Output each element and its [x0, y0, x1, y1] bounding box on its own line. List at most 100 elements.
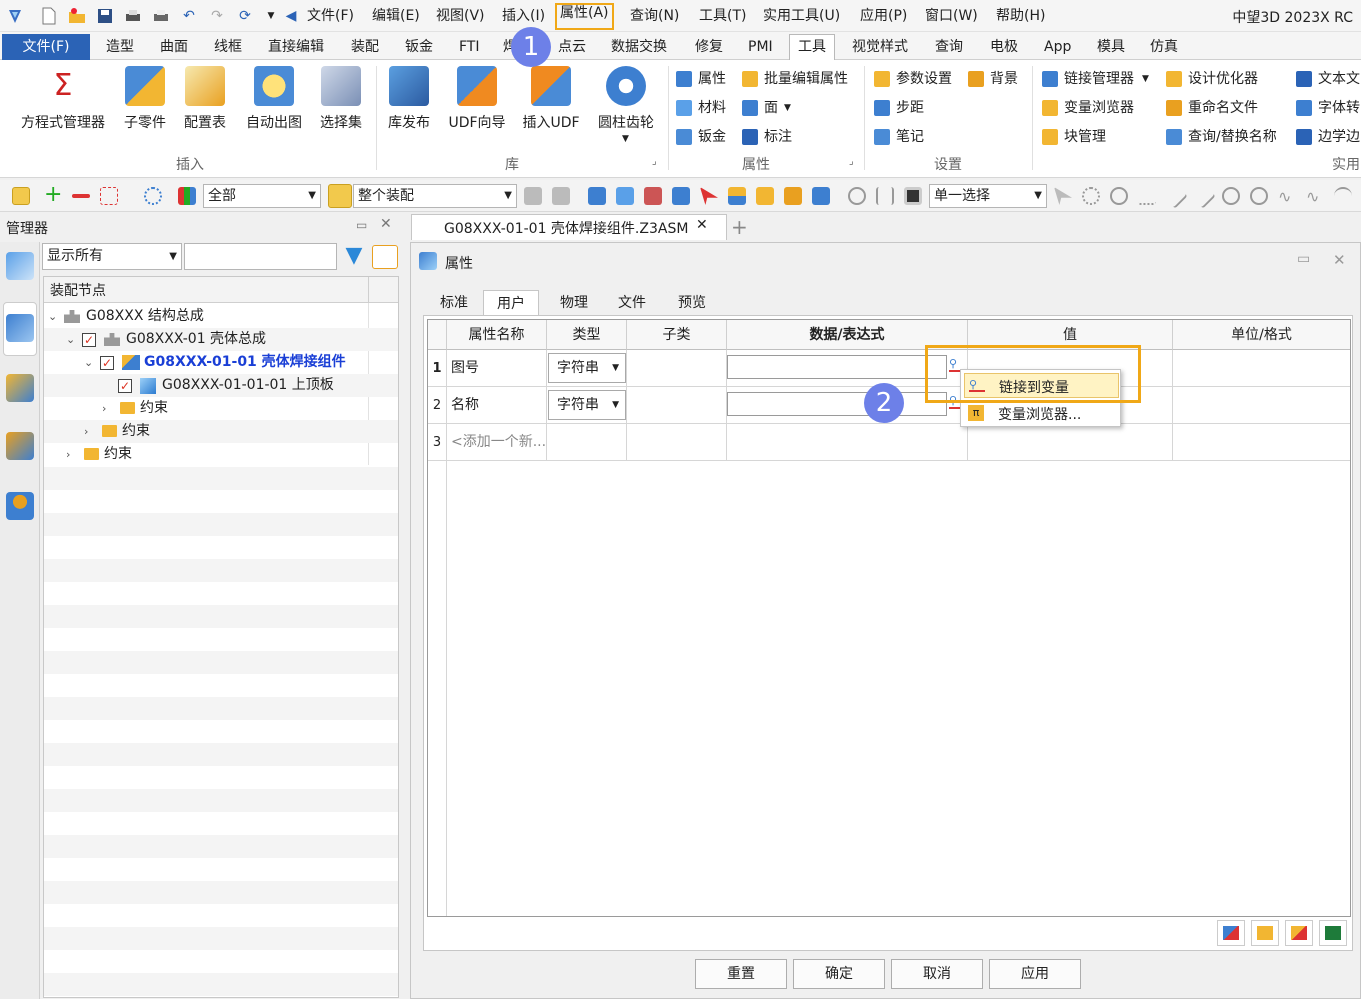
- pick-filter-icon[interactable]: [12, 187, 30, 205]
- expression-cell[interactable]: [727, 424, 968, 461]
- table-icon[interactable]: [728, 187, 746, 205]
- unit-cell[interactable]: [1173, 424, 1350, 461]
- cancel-button[interactable]: 取消: [891, 959, 983, 989]
- circle-icon[interactable]: [1250, 187, 1268, 205]
- expression-input[interactable]: [727, 392, 947, 416]
- select-mode-combo[interactable]: 单一选择 ▼: [929, 184, 1047, 208]
- wave-icon[interactable]: ∿: [1278, 187, 1296, 206]
- find-replace-name-button[interactable]: 查询/替换名称: [1166, 126, 1277, 148]
- points-icon[interactable]: [1138, 187, 1156, 205]
- align-icon-c[interactable]: [644, 187, 662, 205]
- pin-icon[interactable]: ▭: [356, 218, 367, 232]
- property-name-cell[interactable]: 名称: [447, 387, 547, 424]
- face-button[interactable]: 面 ▼: [742, 97, 791, 119]
- view-manager-icon[interactable]: [6, 374, 34, 402]
- collapse-arrow-icon[interactable]: ◀: [282, 7, 300, 25]
- close-icon[interactable]: ✕: [696, 217, 708, 233]
- batch-edit-property-button[interactable]: 批量编辑属性: [742, 68, 848, 90]
- gear-dropdown-icon[interactable]: ▼: [622, 134, 629, 144]
- play-icon[interactable]: [1110, 187, 1128, 205]
- library-publish-button[interactable]: 库发布: [386, 66, 432, 132]
- menu-tools[interactable]: 工具(T): [696, 6, 749, 28]
- tab-file[interactable]: 文件: [607, 290, 657, 316]
- pointer-icon[interactable]: [1054, 187, 1072, 205]
- tab-repair[interactable]: 修复: [695, 36, 723, 58]
- refresh-icon[interactable]: ⟳: [236, 7, 254, 25]
- chevron-right-icon[interactable]: ›: [84, 420, 88, 443]
- rotate-icon[interactable]: [848, 187, 866, 205]
- close-icon[interactable]: ✕: [1333, 251, 1346, 269]
- step-button[interactable]: 步距: [874, 97, 924, 119]
- type-cell[interactable]: [547, 424, 627, 461]
- lasso-select-icon[interactable]: [144, 187, 162, 205]
- chevron-right-icon[interactable]: ›: [66, 443, 70, 466]
- circle-center-icon[interactable]: [1222, 187, 1240, 205]
- tree-node-constraint[interactable]: › 约束: [44, 420, 398, 443]
- ok-button[interactable]: 确定: [793, 959, 885, 989]
- history-manager-icon[interactable]: [6, 252, 34, 280]
- learn-button[interactable]: 边学边: [1296, 126, 1360, 148]
- align-icon-a[interactable]: [588, 187, 606, 205]
- tab-file[interactable]: 文件(F): [2, 34, 90, 60]
- menu-window[interactable]: 窗口(W): [922, 6, 981, 28]
- new-tab-icon[interactable]: +: [731, 215, 748, 239]
- link-manager-button[interactable]: 链接管理器 ▼: [1042, 68, 1149, 90]
- display-filter-combo[interactable]: 显示所有 ▼: [42, 243, 182, 270]
- menu-item-variable-browser[interactable]: π 变量浏览器...: [964, 401, 1119, 426]
- apply-button[interactable]: 应用: [989, 959, 1081, 989]
- tool-icon-a[interactable]: [524, 187, 542, 205]
- selection-set-button[interactable]: 选择集: [316, 66, 366, 132]
- config-table-button[interactable]: 配置表: [180, 66, 230, 132]
- scope-combo[interactable]: 整个装配 ▼: [353, 184, 517, 208]
- text-button[interactable]: 文本文: [1296, 68, 1360, 90]
- add-property-cell[interactable]: <添加一个新...: [447, 424, 547, 461]
- tab-physical[interactable]: 物理: [549, 290, 599, 316]
- tool-icon-b[interactable]: [552, 187, 570, 205]
- rename-file-button[interactable]: 重命名文件: [1166, 97, 1258, 119]
- tab-standard[interactable]: 标准: [429, 290, 479, 316]
- tree-node-constraint[interactable]: › 约束: [44, 443, 398, 466]
- design-optimizer-button[interactable]: 设计优化器: [1166, 68, 1258, 90]
- add-icon[interactable]: +: [44, 184, 62, 206]
- property-name-cell[interactable]: 图号: [447, 350, 547, 387]
- notes-button[interactable]: 笔记: [874, 126, 924, 148]
- menu-utilities[interactable]: 实用工具(U): [760, 6, 843, 28]
- background-button[interactable]: 背景: [968, 68, 1018, 90]
- chevron-down-icon[interactable]: ⌄: [48, 305, 57, 328]
- open-folder-icon[interactable]: [1251, 920, 1279, 946]
- auto-drawing-button[interactable]: 自动出图: [242, 66, 306, 132]
- subclass-cell[interactable]: [627, 424, 727, 461]
- assembly-scope-icon[interactable]: [328, 184, 352, 208]
- menu-edit[interactable]: 编辑(E): [369, 6, 423, 28]
- print-icon[interactable]: [124, 7, 142, 25]
- box-select-icon[interactable]: [100, 187, 118, 205]
- unit-cell[interactable]: [1173, 350, 1350, 387]
- document-tab[interactable]: G08XXX-01-01 壳体焊接组件.Z3ASM ✕: [411, 214, 727, 240]
- sub-part-button[interactable]: 子零件: [120, 66, 170, 132]
- tree-search-input[interactable]: [184, 243, 337, 270]
- menu-query[interactable]: 查询(N): [627, 6, 682, 28]
- menu-view[interactable]: 视图(V): [433, 6, 488, 28]
- customize-dropdown-icon[interactable]: ▼: [262, 7, 280, 25]
- app-logo-icon[interactable]: [6, 7, 24, 25]
- type-select[interactable]: 字符串 ▼: [548, 353, 626, 383]
- tree-node-top-plate[interactable]: ✓ G08XXX-01-01-01 上顶板: [44, 374, 398, 397]
- sheetmetal-property-button[interactable]: 钣金: [676, 126, 726, 148]
- print-preview-icon[interactable]: [152, 7, 170, 25]
- align-icon-b[interactable]: [616, 187, 634, 205]
- tab-app[interactable]: App: [1044, 36, 1071, 58]
- open-file-icon[interactable]: [68, 7, 86, 25]
- filter-funnel-icon[interactable]: ▼: [342, 245, 366, 269]
- tree-node-weld-assembly[interactable]: ⌄ ✓ G08XXX-01-01 壳体焊接组件: [44, 351, 398, 374]
- tab-visual-style[interactable]: 视觉样式: [852, 36, 908, 58]
- tab-simulation[interactable]: 仿真: [1150, 36, 1178, 58]
- tab-pmi[interactable]: PMI: [748, 36, 773, 58]
- import-icon[interactable]: [1217, 920, 1245, 946]
- excel-export-icon[interactable]: [1319, 920, 1347, 946]
- filter-combo[interactable]: 全部 ▼: [203, 184, 321, 208]
- spline-icon[interactable]: ∿: [1306, 187, 1324, 206]
- type-cell[interactable]: 字符串 ▼: [547, 350, 627, 387]
- type-cell[interactable]: 字符串 ▼: [547, 387, 627, 424]
- menu-file[interactable]: 文件(F): [304, 6, 357, 28]
- tab-wireframe[interactable]: 线框: [214, 36, 242, 58]
